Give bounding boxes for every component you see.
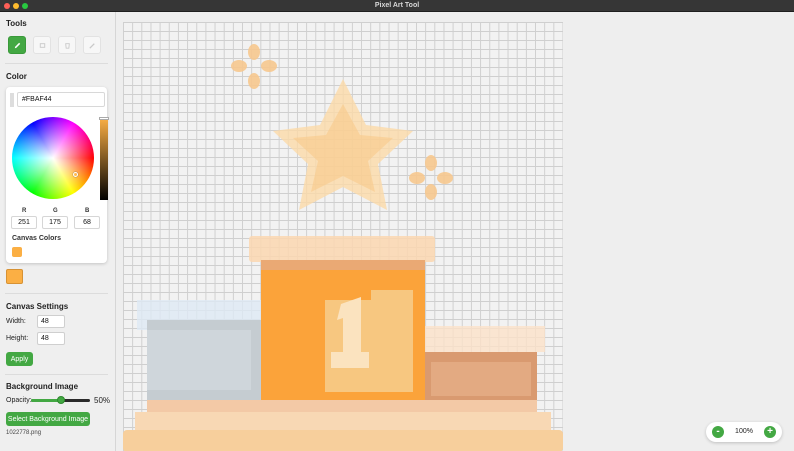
- apply-button[interactable]: Apply: [6, 352, 33, 366]
- canvas-colors-title: Canvas Colors: [12, 235, 62, 242]
- height-label: Height:: [6, 335, 29, 342]
- brightness-slider[interactable]: [100, 118, 108, 200]
- divider: [5, 63, 108, 64]
- window-title: Pixel Art Tool: [374, 2, 420, 9]
- hex-input[interactable]: [17, 92, 105, 107]
- title-bar: Pixel Art Tool: [0, 0, 794, 12]
- color-title: Color: [6, 72, 27, 81]
- tools-title: Tools: [6, 19, 27, 28]
- zoom-control: - 100% +: [706, 422, 782, 442]
- bucket-icon: [64, 42, 70, 49]
- eraser-tool-button[interactable]: [33, 36, 51, 54]
- background-filename: 1022778.png: [6, 430, 42, 436]
- color-picker-panel: R G B 251 175 68 Canvas Colors: [6, 87, 109, 263]
- height-input[interactable]: 48: [37, 332, 65, 345]
- color-wheel-handle[interactable]: [73, 172, 78, 177]
- opacity-label: Opacity:: [6, 397, 32, 404]
- eraser-icon: [39, 42, 45, 48]
- brightness-slider-handle[interactable]: [99, 117, 109, 120]
- width-label: Width:: [6, 318, 26, 325]
- canvas-settings-title: Canvas Settings: [6, 302, 69, 311]
- eyedropper-tool-button[interactable]: [83, 36, 101, 54]
- divider: [5, 374, 108, 375]
- r-input[interactable]: 251: [11, 216, 37, 229]
- color-wheel[interactable]: [12, 117, 94, 199]
- opacity-value: 50%: [94, 396, 111, 405]
- g-input[interactable]: 175: [42, 216, 68, 229]
- fill-tool-button[interactable]: [58, 36, 76, 54]
- pencil-tool-button[interactable]: [8, 36, 26, 54]
- background-image-overlay: [123, 44, 563, 451]
- background-image-title: Background Image: [6, 382, 79, 391]
- pixel-canvas[interactable]: [123, 22, 563, 451]
- eyedropper-icon: [88, 42, 95, 49]
- zoom-in-button[interactable]: +: [764, 426, 776, 438]
- pencil-icon: [14, 42, 20, 48]
- current-color-swatch[interactable]: [6, 269, 23, 284]
- canvas-color-swatch[interactable]: [12, 247, 22, 257]
- divider: [5, 293, 108, 294]
- g-label: G: [53, 208, 58, 214]
- hex-swatch: [10, 93, 14, 107]
- b-input[interactable]: 68: [74, 216, 100, 229]
- r-label: R: [22, 208, 27, 214]
- canvas-area: - 100% +: [116, 12, 794, 451]
- select-background-image-button[interactable]: Select Background Image: [6, 412, 90, 426]
- b-label: B: [85, 208, 90, 214]
- width-input[interactable]: 48: [37, 315, 65, 328]
- sidebar: Tools Color R G B 251 175 68 Canvas Colo…: [0, 12, 116, 451]
- opacity-slider-handle[interactable]: [56, 396, 65, 404]
